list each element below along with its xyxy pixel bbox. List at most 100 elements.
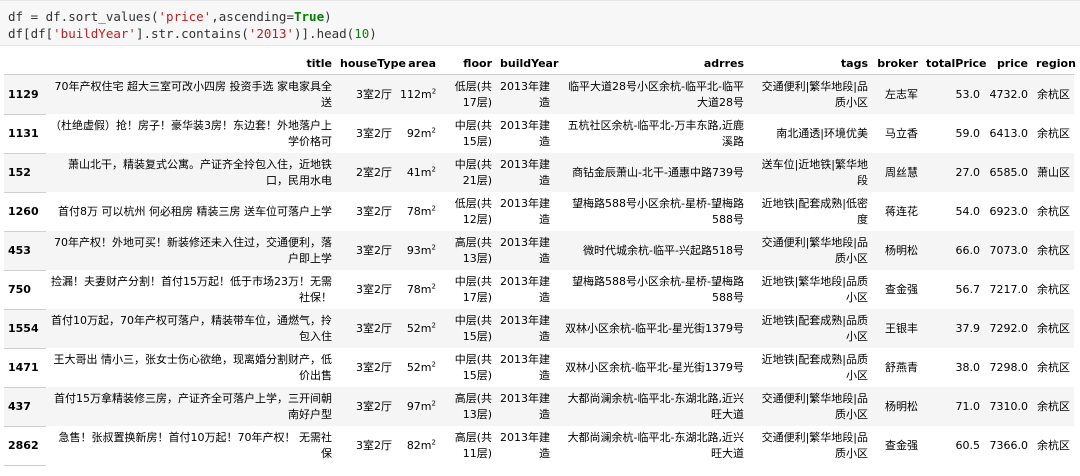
cell-price: 6923.0: [989, 204, 1029, 218]
cell-adrres: 双林小区余杭-临平北-星光街1379号: [565, 360, 744, 374]
code-token: ): [369, 26, 377, 41]
table-row: 1471 王大哥出 情小三，张女士伤心欲绝，现离婚分割财产，低价出售 3室2厅 52m…: [4, 348, 1074, 388]
cell-totalPrice: 60.5: [955, 438, 981, 452]
code-line-1: df = df.sort_values('price',ascending=Tr…: [8, 9, 332, 25]
cell-tags: 交通便利|繁华地段|品质小区: [761, 391, 868, 421]
cell-houseType: 3室2厅: [356, 204, 392, 218]
cell-broker: 查金强: [885, 438, 918, 452]
cell-houseType: 3室2厅: [356, 87, 392, 101]
code-cell[interactable]: df = df.sort_values('price',ascending=Tr…: [0, 0, 1080, 46]
cell-tags: 近地铁|繁华地段|品质小区: [761, 274, 868, 304]
cell-houseType: 3室2厅: [356, 399, 392, 413]
cell-area: 78m2: [406, 203, 436, 218]
row-index: 453: [4, 231, 46, 271]
cell-floor: 高层(共13层): [454, 235, 492, 265]
cell-price: 7073.0: [989, 243, 1029, 257]
cell-adrres: 五杭社区余杭-临平北-万丰东路,近鹿溪路: [567, 118, 744, 148]
cell-adrres: 微时代城余杭-临平-兴起路518号: [583, 243, 744, 257]
table-row: 1129 70年产权住宅 超大三室可改小四房 投资手选 家电家具全送 3室2厅 112…: [4, 74, 1074, 115]
cell-title: 首付8万 可以杭州 何必租房 精装三房 送车位可落户上学: [58, 204, 332, 218]
cell-tags: 交通便利|繁华地段|品质小区: [761, 430, 868, 460]
area-value: 93m: [406, 243, 432, 257]
cell-broker: 王银丰: [885, 321, 918, 335]
table-row: 437 首付15万拿精装修三房，产证齐全可落户上学，三开间朝南好户型 3室2厅 97m…: [4, 387, 1074, 427]
area-value: 97m: [406, 399, 432, 413]
cell-houseType: 3室2厅: [356, 243, 392, 257]
cell-floor: 低层(共17层): [454, 79, 492, 109]
cell-houseType: 3室2厅: [356, 282, 392, 296]
cell-area: 41m2: [406, 164, 436, 179]
cell-buildYear: 2013年建造: [500, 79, 550, 109]
cell-floor: 中层(共21层): [454, 157, 492, 187]
cell-buildYear: 2013年建造: [500, 313, 550, 343]
cell-price: 7310.0: [989, 399, 1029, 413]
column-header: region: [1032, 52, 1076, 75]
cell-title: 王大哥出 情小三，张女士伤心欲绝，现离婚分割财产，低价出售: [53, 352, 333, 382]
cell-tags: 交通便利|繁华地段|品质小区: [761, 79, 868, 109]
cell-buildYear: 2013年建造: [500, 118, 550, 148]
cell-region: 余杭区: [1037, 321, 1070, 335]
code-token: ,ascending=: [211, 9, 294, 24]
area-value: 92m: [406, 126, 432, 140]
row-index: 152: [4, 153, 46, 193]
row-index: 1554: [4, 309, 46, 349]
cell-broker: 周丝慧: [885, 165, 918, 179]
cell-adrres: 双林小区余杭-临平北-星光街1379号: [565, 321, 744, 335]
cell-title: 捡漏！夫妻财产分割！首付15万起！低于市场23万！无需社保！: [51, 274, 332, 304]
row-index: 1129: [4, 74, 46, 115]
column-header: title: [46, 52, 336, 75]
cell-houseType: 3室2厅: [356, 438, 392, 452]
cell-broker: 查金强: [885, 282, 918, 296]
table-row: 453 70年产权！外地可买！新装修还未入住过，交通便利，落户即上学 3室2厅 93m…: [4, 231, 1074, 271]
cell-houseType: 3室2厅: [356, 360, 392, 374]
cell-region: 余杭区: [1037, 438, 1070, 452]
area-value: 112m: [400, 87, 432, 101]
cell-price: 7298.0: [989, 360, 1029, 374]
area-value: 52m: [406, 321, 432, 335]
cell-region: 余杭区: [1037, 87, 1070, 101]
code-token: ].str.contains(: [135, 26, 249, 41]
cell-houseType: 3室2厅: [356, 126, 392, 140]
cell-totalPrice: 38.0: [955, 360, 981, 374]
cell-totalPrice: 66.0: [955, 243, 981, 257]
cell-adrres: 望梅路588号小区余杭-星桥-望梅路588号: [572, 196, 744, 226]
cell-buildYear: 2013年建造: [500, 352, 550, 382]
cell-adrres: 商钻金辰萧山-北干-通惠中路739号: [572, 165, 744, 179]
row-index: 2862: [4, 426, 46, 466]
column-header: adrres: [554, 52, 748, 75]
cell-area: 97m2: [406, 398, 436, 413]
cell-region: 余杭区: [1037, 399, 1070, 413]
column-header: price: [984, 52, 1032, 75]
table-row: 152 萧山北干，精装复式公寓。产证齐全拎包入住，近地铁口，民用水电 2室2厅 41m…: [4, 153, 1074, 193]
row-index: 1471: [4, 348, 46, 388]
cell-region: 余杭区: [1037, 243, 1070, 257]
cell-totalPrice: 71.0: [955, 399, 981, 413]
cell-tags: 送车位|近地铁|繁华地段: [761, 157, 868, 187]
cell-price: 4732.0: [989, 87, 1029, 101]
cell-region: 余杭区: [1037, 126, 1070, 140]
column-header: tags: [748, 52, 872, 75]
code-token: ): [324, 9, 332, 24]
cell-area: 78m2: [406, 281, 436, 296]
code-token: df[df[: [8, 26, 54, 41]
cell-totalPrice: 54.0: [955, 204, 981, 218]
cell-adrres: 大都尚澜余杭-临平北-东湖北路,近兴旺大道: [567, 391, 744, 421]
area-value: 78m: [406, 282, 432, 296]
table-row: 750 捡漏！夫妻财产分割！首付15万起！低于市场23万！无需社保！ 3室2厅 78m…: [4, 270, 1074, 310]
cell-floor: 低层(共12层): [454, 196, 492, 226]
area-value: 52m: [406, 360, 432, 374]
cell-area: 82m2: [406, 437, 436, 452]
row-index: 750: [4, 270, 46, 310]
cell-buildYear: 2013年建造: [500, 196, 550, 226]
row-index: 437: [4, 387, 46, 427]
cell-totalPrice: 56.7: [955, 282, 981, 296]
cell-broker: 蒋连花: [885, 204, 918, 218]
cell-title: 70年产权！外地可买！新装修还未入住过，交通便利，落户即上学: [54, 235, 332, 265]
cell-broker: 杨明松: [885, 399, 918, 413]
cell-title: 急售！张叔置换新房！首付10万起！70年产权！ 无需社保: [58, 430, 333, 460]
cell-floor: 中层(共15层): [454, 313, 492, 343]
cell-region: 萧山区: [1037, 165, 1070, 179]
row-index: 1131: [4, 114, 46, 154]
cell-totalPrice: 53.0: [955, 87, 981, 101]
cell-title: 首付10万起，70年产权可落户，精装带车位，通燃气，拎包入住: [51, 313, 332, 343]
